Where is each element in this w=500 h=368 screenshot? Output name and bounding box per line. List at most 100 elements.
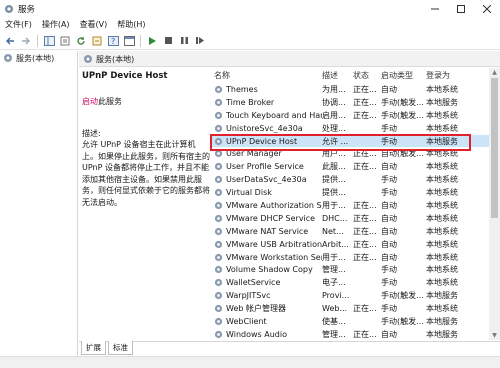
service-name: Web 帐户管理器: [226, 304, 286, 314]
services-gear-icon: [4, 54, 12, 62]
service-startup-type: 手动: [381, 188, 397, 198]
service-startup-type: 手动: [381, 175, 397, 185]
menu-help[interactable]: 帮助(H): [112, 19, 150, 30]
vertical-scrollbar[interactable]: ▲ ▼: [489, 68, 500, 340]
export-button[interactable]: [90, 34, 104, 48]
column-header-description[interactable]: 描述: [322, 70, 353, 81]
service-description: 提供...: [322, 188, 346, 198]
service-row[interactable]: Touch Keyboard and Hand...启用... 正在... 手动(触…: [210, 109, 500, 122]
service-startup-type: 手动: [381, 136, 397, 146]
service-description: 协调...: [322, 97, 346, 107]
service-logon-as: 本地服务: [426, 136, 458, 146]
service-status: 正在...: [353, 252, 377, 262]
restart-service-button[interactable]: [193, 34, 207, 48]
pause-service-button[interactable]: [177, 34, 191, 48]
service-gear-icon: [214, 137, 223, 145]
service-row[interactable]: User Profile Service 此服... 正在... 自动 本地系统: [210, 160, 500, 173]
service-row[interactable]: Volume Shadow Copy 管理... 手动 本地系统: [210, 263, 500, 276]
start-service-suffix: 此服务: [98, 97, 122, 106]
service-name-cell: Virtual Disk: [210, 188, 322, 197]
service-startup-type: 手动: [381, 265, 397, 275]
service-name-cell: UserDataSvc_4e30a: [210, 175, 322, 184]
service-row[interactable]: User Manager 用户... 正在... 自动(触发... 本地系统: [210, 147, 500, 160]
service-name-cell: VMware Authorization Ser...: [210, 201, 322, 210]
service-name-heading: UPnP Device Host: [82, 71, 168, 81]
service-logon-as: 本地服务: [426, 329, 458, 339]
service-startup-type: 自动: [381, 226, 397, 236]
forward-button[interactable]: [19, 34, 33, 48]
service-startup-type: 手动(触发...: [381, 316, 424, 326]
view-tabs: 扩展 标准: [79, 341, 500, 355]
service-description: 管理...: [322, 329, 346, 339]
service-description: 处理...: [322, 123, 346, 133]
export-list-icon: [92, 36, 102, 45]
service-gear-icon: [214, 292, 223, 300]
help-button[interactable]: ?: [106, 34, 120, 48]
pause-icon: [180, 37, 188, 44]
scroll-down-icon[interactable]: ▼: [490, 331, 499, 340]
show-tree-button[interactable]: [42, 34, 56, 48]
column-header-logon-as[interactable]: 登录为: [426, 70, 470, 81]
menu-action[interactable]: 操作(A): [37, 19, 75, 30]
service-row[interactable]: Themes 为用... 正在... 自动 本地系统: [210, 83, 500, 96]
service-row[interactable]: VMware Authorization Ser...用于... 正在... 自动 本…: [210, 199, 500, 212]
service-gear-icon: [214, 266, 223, 274]
service-row[interactable]: Web 帐户管理器 Web... 正在... 手动 本地系统: [210, 302, 500, 315]
service-description: 用户...: [322, 149, 346, 159]
service-row[interactable]: WalletService 电子... 手动 本地系统: [210, 276, 500, 289]
service-name-cell: VMware DHCP Service: [210, 214, 322, 223]
service-gear-icon: [214, 201, 223, 210]
start-service-button[interactable]: [145, 34, 159, 48]
service-name: Virtual Disk: [226, 188, 272, 198]
service-description: Arbit...: [322, 239, 349, 249]
service-gear-icon: [214, 214, 223, 222]
close-button[interactable]: [474, 0, 500, 17]
minimize-button[interactable]: [422, 0, 448, 17]
column-header-status[interactable]: 状态: [353, 70, 381, 81]
service-name-cell: Windows Audio: [210, 330, 322, 339]
properties-button[interactable]: [58, 34, 72, 48]
stop-service-button[interactable]: [161, 34, 175, 48]
console-button[interactable]: [122, 34, 136, 48]
service-row[interactable]: WarpJITSvc Provi... 手动(触发... 本地服务: [210, 289, 500, 302]
maximize-button[interactable]: [448, 0, 474, 17]
service-status: 正在...: [353, 226, 377, 236]
tab-extended[interactable]: 扩展: [81, 341, 106, 355]
svg-text:?: ?: [111, 37, 115, 46]
service-row[interactable]: Virtual Disk 提供... 手动 本地系统: [210, 186, 500, 199]
service-startup-type: 自动(触发...: [381, 149, 424, 159]
start-service-link[interactable]: 启动: [82, 97, 98, 106]
start-service-line: 启动此服务: [82, 96, 122, 107]
service-row[interactable]: VMware USB Arbitration S...Arbit... 正在...…: [210, 238, 500, 251]
back-arrow-icon: [6, 37, 14, 44]
service-row[interactable]: UPnP Device Host 允许 ... 手动 本地服务: [210, 134, 500, 148]
service-row[interactable]: VMware DHCP Service DHC... 正在... 自动 本地系统: [210, 212, 500, 225]
service-description: 电子...: [322, 278, 346, 288]
service-row[interactable]: UserDataSvc_4e30a 提供... 手动 本地系统: [210, 173, 500, 186]
scroll-up-icon[interactable]: ▲: [490, 68, 499, 77]
service-startup-type: 手动: [381, 278, 397, 288]
column-header-startup-type[interactable]: 启动类型: [381, 70, 426, 81]
tab-standard[interactable]: 标准: [108, 341, 133, 355]
service-gear-icon: [214, 85, 223, 94]
service-row[interactable]: Windows Audio 管理... 正在... 自动 本地服务: [210, 328, 500, 340]
menu-file[interactable]: 文件(F): [0, 19, 37, 30]
service-logon-as: 本地系统: [426, 213, 458, 223]
service-row[interactable]: VMware Workstation Server用于... 正在... 自动 本地系…: [210, 251, 500, 264]
service-row[interactable]: UnistoreSvc_4e30a 处理... 手动 本地系统: [210, 122, 500, 135]
tree-item-services-local[interactable]: 服务(本地): [0, 51, 77, 65]
service-name-cell: Touch Keyboard and Hand...: [210, 111, 322, 120]
scrollbar-thumb[interactable]: [491, 78, 498, 218]
service-row[interactable]: WebClient 使基... 手动(触发... 本地服务: [210, 315, 500, 328]
refresh-icon: [77, 36, 85, 45]
back-button[interactable]: [3, 34, 17, 48]
service-status: 正在...: [353, 110, 377, 120]
service-name-cell: VMware Workstation Server: [210, 253, 322, 262]
service-row[interactable]: Time Broker 协调... 正在... 手动(触发... 本地服务: [210, 96, 500, 109]
menu-view[interactable]: 查看(V): [75, 19, 113, 30]
column-header-name[interactable]: 名称: [210, 70, 322, 81]
refresh-button[interactable]: [74, 34, 88, 48]
service-name-cell: VMware NAT Service: [210, 227, 322, 236]
service-row[interactable]: VMware NAT Service Net... 正在... 自动 本地系统: [210, 225, 500, 238]
service-startup-type: 手动(触发...: [381, 97, 424, 107]
